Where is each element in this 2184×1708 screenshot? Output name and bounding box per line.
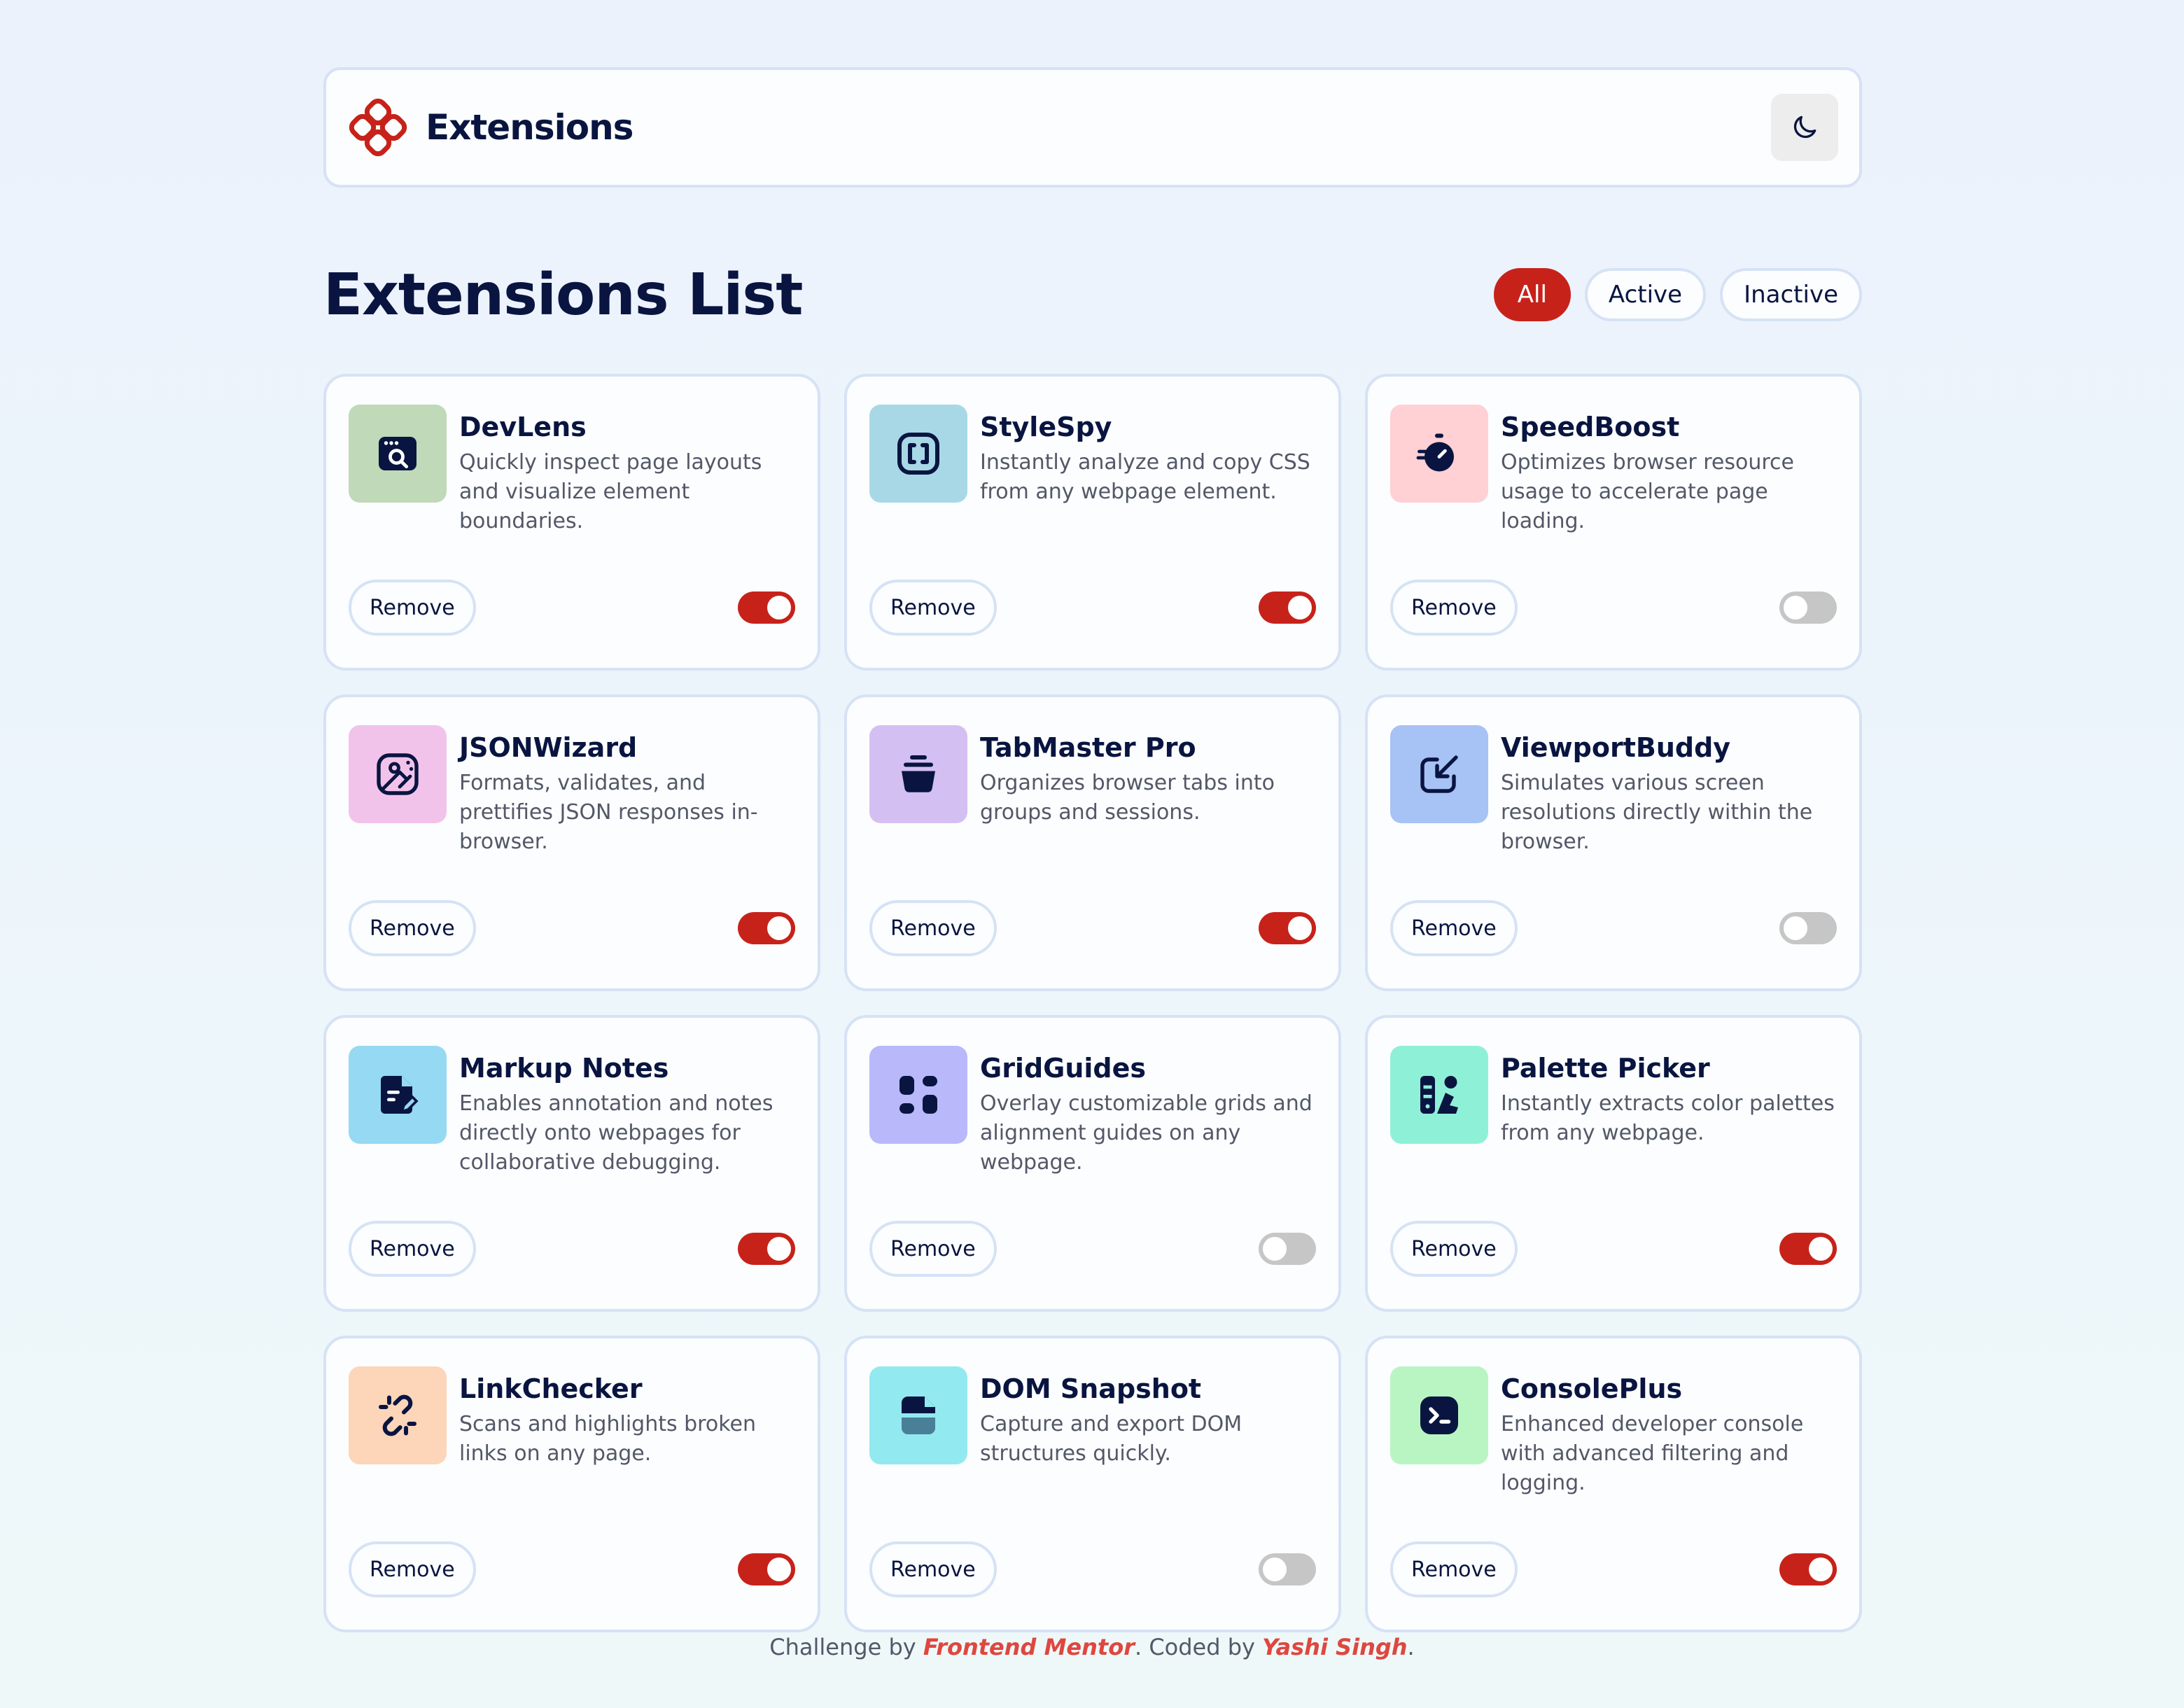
remove-button[interactable]: Remove <box>349 1541 476 1597</box>
extension-name: LinkChecker <box>459 1373 643 1404</box>
enable-toggle[interactable] <box>1779 912 1837 944</box>
extension-name: TabMaster Pro <box>980 732 1196 763</box>
extension-card: DevLens Quickly inspect page layouts and… <box>323 374 820 671</box>
attribution-footer: Challenge by Frontend Mentor. Coded by Y… <box>0 1634 2184 1660</box>
tabmaster-icon <box>869 725 967 823</box>
extensions-logo-icon <box>349 98 407 157</box>
markupnotes-icon <box>349 1046 447 1144</box>
enable-toggle[interactable] <box>1779 1233 1837 1265</box>
extension-description: Instantly analyze and copy CSS from any … <box>980 450 1310 504</box>
extension-description: Simulates various screen resolutions dir… <box>1501 771 1813 854</box>
stylespy-icon <box>869 405 967 503</box>
extension-name: JSONWizard <box>459 732 638 763</box>
extension-card: SpeedBoost Optimizes browser resource us… <box>1365 374 1862 671</box>
moon-icon <box>1793 115 1816 139</box>
palettepicker-icon <box>1390 1046 1488 1144</box>
footer-suffix: . <box>1407 1634 1415 1660</box>
title-row: Extensions List All Active Inactive <box>323 261 1862 328</box>
theme-toggle-button[interactable] <box>1771 94 1838 161</box>
domsnapshot-icon <box>869 1366 967 1464</box>
extension-description: Scans and highlights broken links on any… <box>459 1412 756 1466</box>
extension-description: Organizes browser tabs into groups and s… <box>980 771 1275 825</box>
app-name: Extensions <box>426 107 634 148</box>
extension-description: Optimizes browser resource usage to acce… <box>1501 450 1795 533</box>
top-bar: Extensions <box>323 67 1862 188</box>
remove-button[interactable]: Remove <box>349 900 476 956</box>
extension-description: Quickly inspect page layouts and visuali… <box>459 450 762 533</box>
remove-button[interactable]: Remove <box>1390 900 1518 956</box>
extension-card: Palette Picker Instantly extracts color … <box>1365 1015 1862 1312</box>
extension-description: Enhanced developer console with advanced… <box>1501 1412 1804 1495</box>
enable-toggle[interactable] <box>1259 912 1316 944</box>
extension-card: DOM Snapshot Capture and export DOM stru… <box>844 1336 1341 1632</box>
remove-button[interactable]: Remove <box>869 1221 997 1277</box>
extension-card: ConsolePlus Enhanced developer console w… <box>1365 1336 1862 1632</box>
extension-name: ConsolePlus <box>1501 1373 1683 1404</box>
remove-button[interactable]: Remove <box>1390 580 1518 636</box>
extension-name: SpeedBoost <box>1501 412 1680 442</box>
extension-description: Overlay customizable grids and alignment… <box>980 1091 1312 1175</box>
filter-all-button[interactable]: All <box>1493 268 1571 321</box>
extension-card: LinkChecker Scans and highlights broken … <box>323 1336 820 1632</box>
page-container: Extensions Extensions List All Active In… <box>323 67 1862 1632</box>
remove-button[interactable]: Remove <box>869 1541 997 1597</box>
extension-description: Enables annotation and notes directly on… <box>459 1091 774 1175</box>
enable-toggle[interactable] <box>1259 592 1316 624</box>
extension-card: Markup Notes Enables annotation and note… <box>323 1015 820 1312</box>
page-title: Extensions List <box>323 261 803 328</box>
extension-description: Instantly extracts color palettes from a… <box>1501 1091 1835 1145</box>
remove-button[interactable]: Remove <box>869 580 997 636</box>
footer-middle: . Coded by <box>1134 1634 1263 1660</box>
enable-toggle[interactable] <box>738 1553 795 1586</box>
enable-toggle[interactable] <box>1259 1553 1316 1586</box>
devlens-icon <box>349 405 447 503</box>
extension-card: JSONWizard Formats, validates, and prett… <box>323 694 820 991</box>
filter-active-button[interactable]: Active <box>1584 268 1707 321</box>
remove-button[interactable]: Remove <box>1390 1541 1518 1597</box>
extension-name: DOM Snapshot <box>980 1373 1202 1404</box>
extension-card: StyleSpy Instantly analyze and copy CSS … <box>844 374 1341 671</box>
speedboost-icon <box>1390 405 1488 503</box>
extension-name: GridGuides <box>980 1053 1147 1084</box>
remove-button[interactable]: Remove <box>1390 1221 1518 1277</box>
remove-button[interactable]: Remove <box>349 580 476 636</box>
extension-name: Markup Notes <box>459 1053 669 1084</box>
viewportbuddy-icon <box>1390 725 1488 823</box>
consoleplus-icon <box>1390 1366 1488 1464</box>
extension-name: ViewportBuddy <box>1501 732 1731 763</box>
extension-name: Palette Picker <box>1501 1053 1710 1084</box>
footer-prefix: Challenge by <box>769 1634 923 1660</box>
extension-description: Formats, validates, and prettifies JSON … <box>459 771 758 854</box>
enable-toggle[interactable] <box>1779 592 1837 624</box>
extension-name: StyleSpy <box>980 412 1112 442</box>
extensions-grid: DevLens Quickly inspect page layouts and… <box>323 374 1862 1632</box>
enable-toggle[interactable] <box>738 1233 795 1265</box>
filter-group: All Active Inactive <box>1493 268 1862 321</box>
linkchecker-icon <box>349 1366 447 1464</box>
jsonwizard-icon <box>349 725 447 823</box>
gridguides-icon <box>869 1046 967 1144</box>
remove-button[interactable]: Remove <box>869 900 997 956</box>
enable-toggle[interactable] <box>738 592 795 624</box>
extension-card: TabMaster Pro Organizes browser tabs int… <box>844 694 1341 991</box>
author-link[interactable]: Yashi Singh <box>1262 1634 1407 1660</box>
enable-toggle[interactable] <box>1259 1233 1316 1265</box>
brand[interactable]: Extensions <box>349 98 634 157</box>
remove-button[interactable]: Remove <box>349 1221 476 1277</box>
extension-card: ViewportBuddy Simulates various screen r… <box>1365 694 1862 991</box>
extension-card: GridGuides Overlay customizable grids an… <box>844 1015 1341 1312</box>
filter-inactive-button[interactable]: Inactive <box>1720 268 1862 321</box>
enable-toggle[interactable] <box>738 912 795 944</box>
extension-name: DevLens <box>459 412 587 442</box>
frontend-mentor-link[interactable]: Frontend Mentor <box>923 1634 1135 1660</box>
enable-toggle[interactable] <box>1779 1553 1837 1586</box>
extension-description: Capture and export DOM structures quickl… <box>980 1412 1242 1466</box>
